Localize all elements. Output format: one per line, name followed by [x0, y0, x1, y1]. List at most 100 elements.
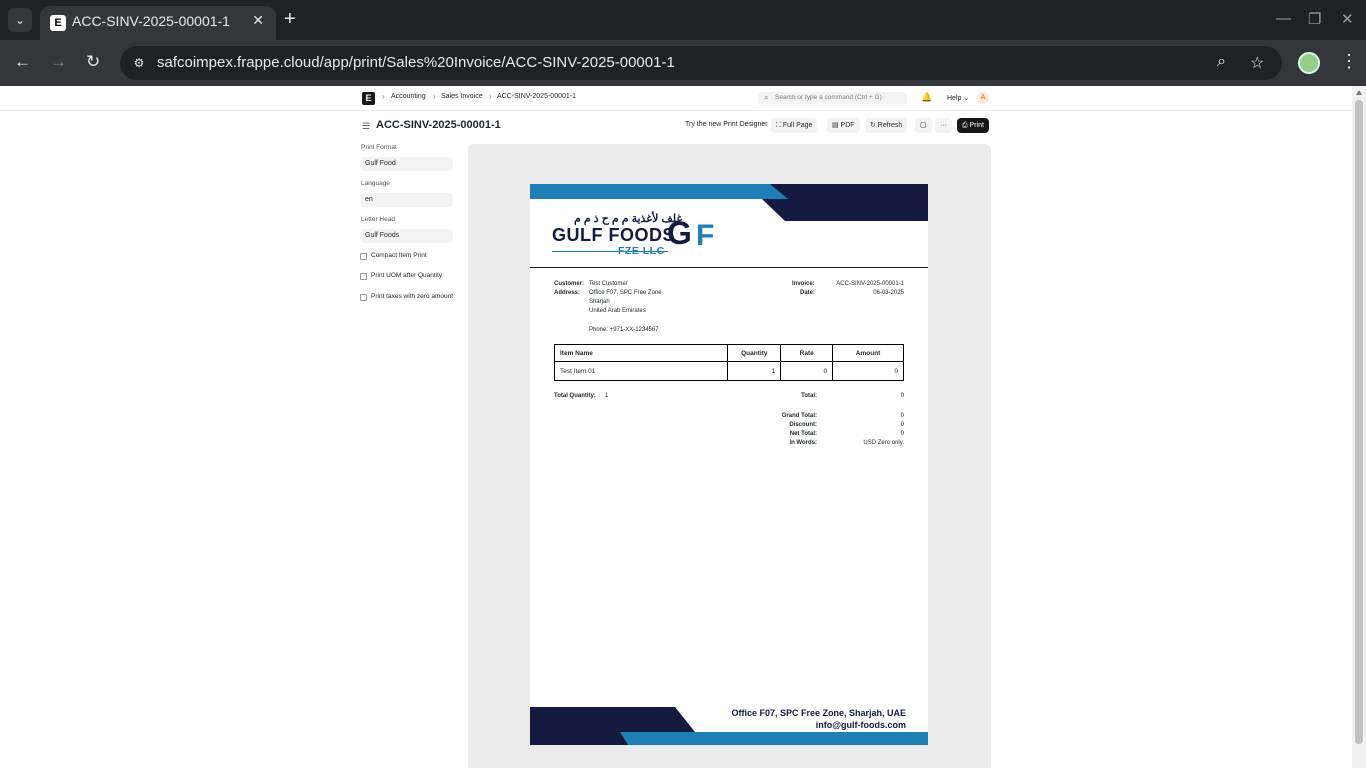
table-header-row: Item Name Quantity Rate Amount — [553, 344, 904, 362]
in-words-value: USD Zero only. — [863, 440, 904, 446]
phone-value: Phone: +971-XX-1234567 — [589, 327, 659, 333]
app-navbar: E › Accounting › Sales Invoice › ACC-SIN… — [0, 86, 1352, 111]
site-info-icon[interactable]: ⚙ — [128, 52, 150, 74]
amount-cell: 0 — [832, 361, 904, 381]
forward-icon[interactable]: → — [50, 52, 67, 72]
address-line: Sharjah — [589, 299, 610, 305]
help-dropdown[interactable]: Help ⌄ — [947, 94, 969, 102]
reload-icon[interactable]: ↻ — [86, 52, 100, 72]
full-page-button[interactable]: ⛶ Full Page — [771, 118, 818, 133]
total-quantity-label: Total Quantity: — [554, 393, 596, 399]
invoice-sheet: غلف لأغذية م م ح ذ م م GULF FOODS FZE LL… — [530, 184, 928, 745]
items-table: Item Name Quantity Rate Amount Test Item… — [553, 344, 904, 381]
back-icon[interactable]: ← — [14, 52, 31, 72]
letterhead-header: غلف لأغذية م م ح ذ م م GULF FOODS FZE LL… — [530, 184, 928, 268]
print-taxes-zero-label: Print taxes with zero amount — [371, 293, 454, 300]
url-text[interactable]: safcoimpex.frappe.cloud/app/print/Sales%… — [157, 54, 675, 71]
quantity-cell: 1 — [727, 361, 782, 381]
sidebar-toggle-icon[interactable]: ☰ — [362, 121, 370, 132]
pdf-button[interactable]: ▤ PDF — [827, 118, 860, 133]
total-label: Total: — [801, 393, 817, 399]
net-total-label: Net Total: — [789, 431, 817, 437]
scroll-up-arrow-icon[interactable] — [1356, 90, 1362, 95]
restore-icon[interactable]: ❐ — [1308, 10, 1321, 28]
letter-head-select[interactable]: Gulf Foods — [360, 229, 453, 243]
letterhead-footer: Office F07, SPC Free Zone, Sharjah, UAE … — [530, 707, 928, 745]
customer-label: Customer: — [554, 281, 585, 287]
letter-head-label: Letter Head — [361, 216, 395, 223]
print-format-select[interactable]: Gulf Food — [360, 157, 453, 171]
footer-email: info@gulf-foods.com — [815, 720, 906, 730]
brand-subtitle: FZE LLC — [618, 245, 665, 257]
browser-toolbar: ← → ↻ ⚙ safcoimpex.frappe.cloud/app/prin… — [0, 40, 1366, 86]
app-logo-icon[interactable]: E — [362, 92, 375, 105]
favicon-icon: E — [50, 15, 66, 31]
gf-logo-f-icon: F — [696, 219, 715, 252]
breadcrumb-separator-icon: › — [489, 92, 492, 101]
user-avatar[interactable]: A — [977, 92, 989, 104]
breadcrumb-accounting[interactable]: Accounting — [391, 93, 426, 100]
tab-close-icon[interactable]: ✕ — [252, 12, 264, 29]
item-name-cell: Test Item 01 — [553, 361, 729, 381]
page-scrollbar[interactable] — [1352, 86, 1366, 768]
brand-arabic-name: غلف لأغذية م م ح ذ م م — [574, 213, 683, 225]
scrollbar-thumb[interactable] — [1355, 100, 1363, 744]
language-select[interactable]: en — [360, 193, 453, 207]
breadcrumb-separator-icon: › — [433, 92, 436, 101]
compact-item-print-label: Compact Item Print — [371, 252, 427, 259]
net-total-value: 0 — [900, 431, 904, 437]
tab-title: ACC-SINV-2025-00001-1 — [72, 13, 230, 29]
customer-value: Test Customer — [589, 281, 628, 287]
total-value: 0 — [900, 393, 904, 399]
bookmark-star-icon[interactable]: ☆ — [1250, 53, 1264, 73]
breadcrumb-separator-icon: › — [382, 92, 385, 101]
footer-address: Office F07, SPC Free Zone, Sharjah, UAE … — [731, 707, 906, 731]
date-label: Date: — [800, 290, 816, 296]
new-tab-button[interactable]: + — [284, 8, 296, 30]
invoice-number: ACC-SINV-2025-00001-1 — [836, 281, 904, 287]
window-close-icon[interactable]: ✕ — [1341, 10, 1354, 28]
print-format-label: Print Format — [361, 144, 397, 151]
page-title: ACC-SINV-2025-00001-1 — [376, 119, 501, 131]
discount-label: Discount: — [789, 422, 817, 428]
notification-bell-icon[interactable]: 🔔 — [921, 92, 932, 103]
address-line: United Arab Emirates — [589, 308, 646, 314]
total-quantity-value: 1 — [605, 393, 609, 399]
grand-total-label: Grand Total: — [781, 413, 817, 419]
tab-search-dropdown-icon[interactable]: ⌄ — [8, 8, 32, 32]
minimize-icon[interactable]: — — [1276, 10, 1291, 27]
print-button[interactable]: ⎙ Print — [957, 118, 989, 133]
print-taxes-zero-checkbox[interactable] — [360, 294, 367, 301]
col-item-name: Item Name — [553, 344, 729, 362]
browser-tab[interactable]: E ACC-SINV-2025-00001-1 ✕ — [40, 6, 276, 40]
web-page: E › Accounting › Sales Invoice › ACC-SIN… — [0, 86, 1352, 768]
refresh-button[interactable]: ↻ Refresh — [865, 118, 908, 133]
zoom-icon[interactable]: ⌕ — [1217, 53, 1226, 71]
col-amount: Amount — [832, 344, 904, 362]
address-label: Address: — [554, 290, 581, 296]
search-placeholder: Search or type a command (Ctrl + G) — [775, 94, 882, 101]
try-print-designer-link[interactable]: Try the new Print Designer — [685, 121, 768, 128]
print-uom-checkbox[interactable] — [360, 273, 367, 280]
footer-address-line: Office F07, SPC Free Zone, Sharjah, UAE — [731, 708, 906, 718]
col-quantity: Quantity — [727, 344, 782, 362]
date-value: 06-03-2025 — [873, 290, 904, 296]
print-uom-label: Print UOM after Quantity — [371, 272, 443, 279]
browser-tab-strip: ⌄ E ACC-SINV-2025-00001-1 ✕ + — ❐ ✕ — [0, 0, 1366, 40]
language-label: Language — [361, 180, 390, 187]
more-actions-button[interactable]: ··· — [935, 118, 952, 133]
brand-name: GULF FOODS — [552, 225, 675, 245]
breadcrumb-invoice[interactable]: ACC-SINV-2025-00001-1 — [497, 93, 576, 100]
address-bar[interactable]: ⚙ safcoimpex.frappe.cloud/app/print/Sale… — [120, 46, 1282, 80]
rate-cell: 0 — [780, 361, 834, 381]
breadcrumb-sales-invoice[interactable]: Sales Invoice — [441, 93, 483, 100]
address-line: Office F07, SPC Free Zone — [589, 290, 662, 296]
gf-logo-g-icon: G — [667, 215, 692, 251]
profile-avatar-icon[interactable] — [1298, 52, 1320, 74]
compact-item-print-checkbox[interactable] — [360, 253, 367, 260]
browser-menu-icon[interactable]: ⋮ — [1340, 51, 1358, 72]
awesomebar-search-input[interactable]: ⌕ Search or type a command (Ctrl + G) — [758, 92, 907, 105]
table-row: Test Item 01 1 0 0 — [553, 361, 904, 381]
in-words-label: In Words: — [789, 440, 817, 446]
new-doc-icon[interactable]: ▢ — [915, 118, 932, 133]
